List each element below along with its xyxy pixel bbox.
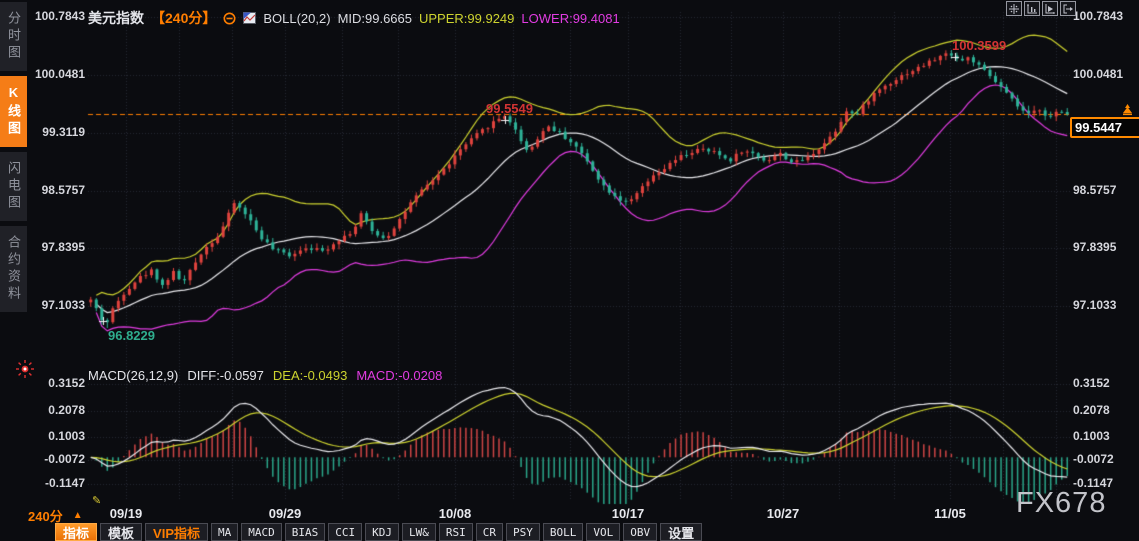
collapse-circle-icon[interactable] [223,12,236,25]
date-axis-label: 09/29 [268,506,302,521]
date-axis-label: 10/27 [766,506,800,521]
macd-button[interactable]: MACD [241,523,282,541]
price-alert-icon[interactable] [1121,103,1134,121]
sidebar-item-contract-info[interactable]: 合约资料 [0,226,27,312]
swing-high-annotation: 99.5549 [486,101,533,116]
price-axis-label-right: 100.7843 [1073,9,1124,23]
macd-axis-label-right: 0.2078 [1073,403,1110,417]
date-axis-label: 10/08 [438,506,472,521]
macd-axis-label-left: 0.2078 [48,403,85,417]
ma-button[interactable]: MA [211,523,239,541]
pan-right-icon[interactable] [1060,1,1076,16]
boll-lower-value: LOWER:99.4081 [521,10,620,26]
sidebar-item-candlestick-chart[interactable]: K线图 [0,76,27,147]
crosshair-tool-icon[interactable] [1006,1,1022,16]
candlestick-chart-canvas[interactable] [0,0,1139,541]
macd-axis-label-right: 0.1003 [1073,429,1110,443]
indicator-name: BOLL(20,2) [263,10,331,26]
macd-axis-label-left: -0.0072 [44,452,85,466]
boll-button[interactable]: BOLL [542,523,584,541]
price-axis-label-right: 100.0481 [1073,67,1124,81]
macd-hist-value: MACD:-0.0208 [356,368,443,383]
templates-button[interactable]: 模板 [100,523,143,541]
macd-header: MACD(26,12,9) DIFF:-0.0597 DEA:-0.0493 M… [88,368,442,383]
price-axis-label-right: 98.5757 [1073,183,1117,197]
peak-high-annotation: 100.3599 [952,38,1007,53]
macd-axis-label-right: 0.3152 [1073,376,1110,390]
trading-app: 分时图 K线图 闪电图 合约资料 美元指数 【240分】 BOLL(20,2) … [0,0,1139,541]
indicator-toolbar: 指标 模板 VIP指标 MA MACD BIAS CCI KDJ LW& RSI CR PSY BOLL… [55,523,703,541]
macd-axis-label-left: 0.3152 [48,376,85,390]
date-axis-label: 11/05 [934,506,966,521]
indicators-button[interactable]: 指标 [55,523,98,541]
macd-axis-label-left: 0.1003 [48,429,85,443]
psy-button[interactable]: PSY [506,523,540,541]
watermark: FX678 [1016,487,1107,519]
rsi-button[interactable]: RSI [438,523,473,541]
cr-button[interactable]: CR [475,523,503,541]
date-axis-label: 10/17 [611,506,645,521]
scale-x-axis-icon[interactable] [1042,1,1058,16]
macd-title: MACD(26,12,9) [88,368,179,383]
macd-axis-label-left: -0.1147 [44,476,85,490]
draw-pencil-icon[interactable]: ✎ [92,494,101,507]
bias-button[interactable]: BIAS [284,523,326,541]
date-axis-label: 09/19 [109,506,143,521]
settings-button[interactable]: 设置 [660,523,703,541]
sidebar-item-flash-chart[interactable]: 闪电图 [0,152,27,221]
chart-header: 美元指数 【240分】 BOLL(20,2) MID:99.6665 UPPER… [88,8,620,28]
period-selector-arrow-icon: ▲ [72,510,83,521]
macd-diff-value: DIFF:-0.0597 [187,368,264,383]
alert-burst-icon[interactable] [16,360,34,383]
vol-button[interactable]: VOL [586,523,621,541]
period-label: 【240分】 [151,10,217,26]
lwr-button[interactable]: LW& [402,523,436,541]
chart-tools [1006,1,1076,16]
sidebar-item-time-share-chart[interactable]: 分时图 [0,2,27,71]
price-axis-label-right: 97.1033 [1073,298,1117,312]
cci-button[interactable]: CCI [328,523,363,541]
macd-axis-label-right: -0.1147 [1073,476,1114,490]
symbol-name: 美元指数 [88,10,144,26]
chart-type-sidebar: 分时图 K线图 闪电图 合约资料 [0,0,27,312]
obv-button[interactable]: OBV [623,523,658,541]
scale-y-axis-icon[interactable] [1024,1,1040,16]
price-axis-label-right: 97.8395 [1073,240,1117,254]
macd-dea-value: DEA:-0.0493 [272,368,348,383]
macd-axis-label-right: -0.0072 [1073,452,1114,466]
boll-mid-value: MID:99.6665 [337,10,412,26]
kdj-button[interactable]: KDJ [365,523,399,541]
low-annotation: 96.8229 [108,328,155,343]
boll-upper-value: UPPER:99.9249 [419,10,515,26]
vip-indicators-button[interactable]: VIP指标 [145,523,208,541]
boll-indicator-icon[interactable] [243,12,257,24]
